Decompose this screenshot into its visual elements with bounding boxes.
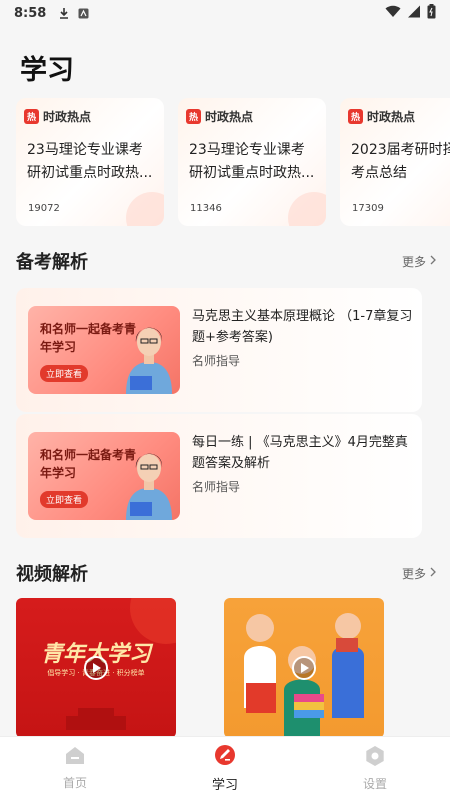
video-list: 青年大学习 倡导学习 · 青春奋进 · 积分榜单 [16, 598, 384, 738]
teacher-illustration [126, 453, 172, 520]
video-card[interactable] [224, 598, 384, 738]
prep-thumbnail: 和名师一起备考青年学习 立即查看 [28, 432, 180, 520]
play-icon[interactable] [84, 656, 108, 680]
study-icon [214, 744, 236, 770]
chevron-right-icon [430, 566, 436, 580]
prep-thumb-button[interactable]: 立即查看 [40, 365, 89, 382]
download-icon [58, 7, 70, 19]
page-title: 学习 [20, 55, 74, 86]
prep-card-subtitle: 名师指导 [192, 354, 241, 368]
hot-badge-icon: 热 [24, 109, 39, 124]
prep-more-label: 更多 [401, 254, 426, 269]
tab-settings-label: 设置 [362, 777, 387, 791]
hot-topic-count: 11346 [190, 203, 222, 214]
prep-card-title: 马克思主义基本原理概论 （1-7章复习题+参考答案) [192, 309, 413, 345]
video-more-link[interactable]: 更多 [402, 565, 436, 582]
settings-icon [364, 745, 386, 771]
prep-section-header: 备考解析 更多 [16, 248, 436, 274]
video-section-header: 视频解析 更多 [16, 560, 436, 586]
bottom-tab-bar: 首页 学习 设置 [0, 736, 450, 800]
home-icon [64, 746, 86, 770]
prep-thumbnail: 和名师一起备考青年学习 立即查看 [28, 306, 180, 394]
hot-badge-icon: 热 [348, 109, 363, 124]
hot-topic-title: 23马理论专业课考研初试重点时政热... [189, 142, 315, 181]
tab-settings[interactable]: 设置 [300, 737, 450, 800]
hot-topics-list[interactable]: 热 时政热点 23马理论专业课考研初试重点时政热... 19072 热 时政热点… [16, 98, 450, 226]
prep-thumb-button[interactable]: 立即查看 [40, 491, 89, 508]
prep-section-title: 备考解析 [16, 252, 88, 273]
hot-topic-tag: 时政热点 [43, 110, 92, 124]
wifi-icon [385, 5, 401, 22]
signal-icon [407, 5, 421, 22]
hot-topic-card[interactable]: 热 时政热点 2023届考研时择题考点总结 17309 [340, 98, 450, 226]
notification-a-icon [78, 8, 89, 19]
tab-home-label: 首页 [62, 776, 87, 790]
hot-topic-count: 17309 [352, 203, 384, 214]
hot-topic-tag: 时政热点 [205, 110, 254, 124]
status-bar: 8:58 [0, 0, 450, 26]
teacher-illustration [126, 327, 172, 394]
play-icon[interactable] [292, 656, 316, 680]
video-more-label: 更多 [401, 566, 426, 581]
video-card[interactable]: 青年大学习 倡导学习 · 青春奋进 · 积分榜单 [16, 598, 176, 738]
hot-topic-tag: 时政热点 [367, 110, 416, 124]
prep-card[interactable]: 和名师一起备考青年学习 立即查看 马克思主义基本原理概论 （1-7章复习题+参考… [16, 288, 422, 412]
prep-card-title: 每日一练 | 《马克思主义》4月完整真题答案及解析 [192, 435, 408, 471]
prep-more-link[interactable]: 更多 [402, 253, 436, 270]
hot-topic-title: 2023届考研时择题考点总结 [351, 142, 450, 181]
hot-topic-title: 23马理论专业课考研初试重点时政热... [27, 142, 153, 181]
hot-topic-card[interactable]: 热 时政热点 23马理论专业课考研初试重点时政热... 11346 [178, 98, 326, 226]
chevron-right-icon [430, 254, 436, 268]
hot-topic-count: 19072 [28, 203, 60, 214]
tab-study-label: 学习 [211, 778, 238, 793]
tab-home[interactable]: 首页 [0, 737, 150, 800]
video-section-title: 视频解析 [16, 564, 88, 585]
battery-icon [427, 3, 436, 23]
tab-study[interactable]: 学习 [150, 737, 300, 800]
prep-card-subtitle: 名师指导 [192, 480, 241, 494]
prep-card[interactable]: 和名师一起备考青年学习 立即查看 每日一练 | 《马克思主义》4月完整真题答案及… [16, 414, 422, 538]
hot-badge-icon: 热 [186, 109, 201, 124]
hot-topic-card[interactable]: 热 时政热点 23马理论专业课考研初试重点时政热... 19072 [16, 98, 164, 226]
status-time: 8:58 [14, 5, 47, 21]
